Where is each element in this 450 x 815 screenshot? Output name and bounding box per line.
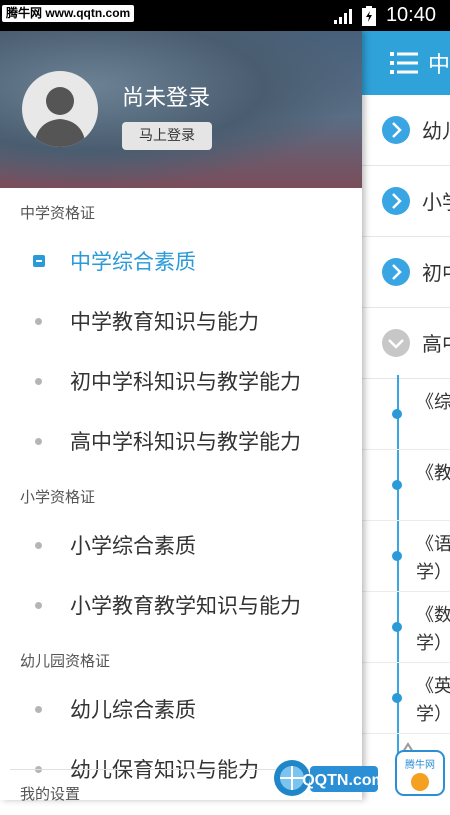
- nav-item-kindergarten-general[interactable]: 幼儿综合素质: [0, 680, 362, 740]
- navigation-drawer: 尚未登录 马上登录 中学资格证 中学综合素质 中学教育知识与能力 初中学科知识与…: [0, 31, 362, 803]
- collapse-arrow-icon: [382, 329, 410, 357]
- bullet-icon: [35, 318, 42, 325]
- menu-icon[interactable]: [390, 51, 418, 75]
- nav-item-label: 中学综合素质: [70, 250, 196, 274]
- nav-item-label: 小学综合素质: [70, 534, 196, 558]
- expand-arrow-icon: [382, 187, 410, 215]
- category-label: 幼儿: [422, 119, 450, 143]
- timeline-dot: [392, 409, 402, 419]
- qqtn-badge-icon: 腾牛网: [395, 750, 445, 796]
- timeline-dot: [392, 693, 402, 703]
- nav-item-senior-subject[interactable]: 高中学科知识与教学能力: [0, 412, 362, 472]
- book-item[interactable]: 《数 学）: [362, 592, 450, 663]
- expand-arrow-icon: [382, 258, 410, 286]
- nav-item-label: 幼儿综合素质: [70, 698, 196, 722]
- status-bar: 腾牛网 www.qqtn.com 10:40: [0, 0, 450, 31]
- nav-item-primary-education[interactable]: 小学教育教学知识与能力: [0, 576, 362, 636]
- status-time: 10:40: [385, 4, 436, 26]
- category-label: 小学: [422, 190, 450, 214]
- book-title: 《综: [416, 392, 450, 413]
- category-row-primary[interactable]: 小学: [362, 166, 450, 237]
- timeline-dot: [392, 480, 402, 490]
- book-title: 《数 学）: [416, 605, 450, 654]
- book-title: 《英 学）: [416, 676, 450, 725]
- section-header-middle-school: 中学资格证: [0, 188, 362, 232]
- nav-item-label: 初中学科知识与教学能力: [70, 370, 301, 394]
- content-title: 中学: [428, 53, 450, 78]
- book-title: 《教: [416, 463, 450, 484]
- content-header: 中学: [362, 31, 450, 95]
- section-label: 幼儿园资格证: [20, 652, 111, 670]
- content-panel: 中学 幼儿 小学 初中 高中 《综 《教 《语学）: [362, 31, 450, 800]
- bullet-icon: [35, 378, 42, 385]
- bullet-icon: [35, 706, 42, 713]
- nav-item-label: 小学教育教学知识与能力: [70, 594, 301, 618]
- login-button[interactable]: 马上登录: [122, 122, 212, 150]
- category-label: 高中: [422, 332, 450, 356]
- battery-icon: [362, 6, 376, 26]
- section-label: 我的设置: [20, 785, 81, 803]
- section-header-kindergarten: 幼儿园资格证: [0, 636, 362, 680]
- category-label: 初中: [422, 261, 450, 285]
- nav-item-junior-subject[interactable]: 初中学科知识与教学能力: [0, 352, 362, 412]
- signal-icon: [334, 9, 352, 24]
- avatar-icon[interactable]: [22, 71, 98, 147]
- timeline-dot: [392, 551, 402, 561]
- category-row-kindergarten[interactable]: 幼儿: [362, 95, 450, 166]
- category-row-junior[interactable]: 初中: [362, 237, 450, 308]
- badge-text: 腾牛网: [405, 758, 435, 771]
- section-label: 小学资格证: [20, 488, 96, 506]
- nav-item-middle-education[interactable]: 中学教育知识与能力: [0, 292, 362, 352]
- profile-header: 尚未登录 马上登录: [0, 31, 362, 188]
- active-marker-icon: [33, 255, 45, 267]
- username: 尚未登录: [122, 86, 211, 111]
- section-header-primary-school: 小学资格证: [0, 472, 362, 516]
- watermark-label: 腾牛网 www.qqtn.com: [2, 5, 135, 22]
- nav-item-label: 高中学科知识与教学能力: [70, 430, 301, 454]
- bullet-icon: [35, 602, 42, 609]
- nav-item-label: 中学教育知识与能力: [70, 310, 259, 334]
- nav-item-middle-general[interactable]: 中学综合素质: [0, 232, 362, 292]
- nav-item-primary-general[interactable]: 小学综合素质: [0, 516, 362, 576]
- bullet-icon: [35, 438, 42, 445]
- book-item[interactable]: 《英 学）: [362, 663, 450, 734]
- logo-text: QQTN.com: [302, 772, 380, 789]
- expand-arrow-icon: [382, 116, 410, 144]
- book-item[interactable]: 《教: [362, 450, 450, 521]
- category-row-senior[interactable]: 高中: [362, 308, 450, 379]
- bullet-icon: [35, 542, 42, 549]
- section-label: 中学资格证: [20, 204, 96, 222]
- book-item[interactable]: 《综: [362, 379, 450, 450]
- book-title: 《语 学）: [416, 534, 450, 583]
- timeline-dot: [392, 622, 402, 632]
- qqtn-logo: QQTN.com: [274, 760, 380, 796]
- book-item[interactable]: 《语 学）: [362, 521, 450, 592]
